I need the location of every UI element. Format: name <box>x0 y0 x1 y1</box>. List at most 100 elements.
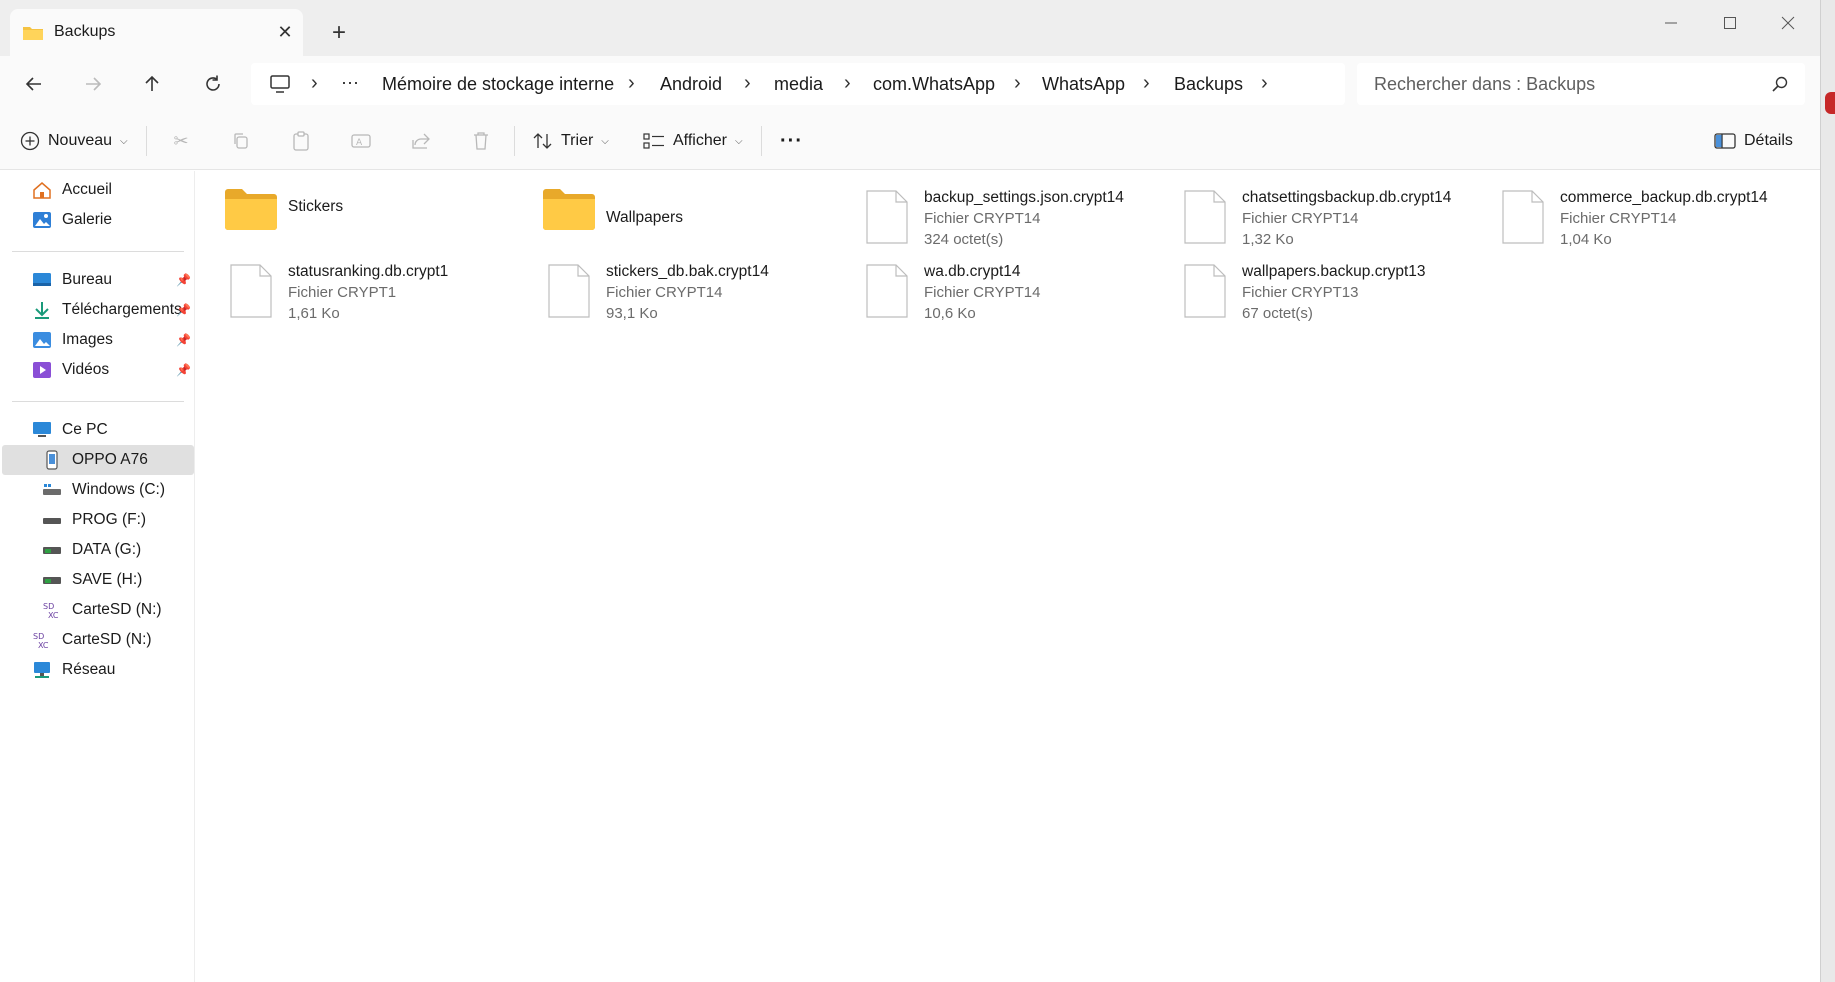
back-icon[interactable] <box>16 66 52 102</box>
navigation-pane: Accueil Galerie Bureau 📌 Téléchargements… <box>0 171 195 982</box>
home-icon <box>32 180 52 200</box>
file-name: statusranking.db.crypt1 <box>288 263 449 280</box>
sidebar-item-data-g[interactable]: DATA (G:) <box>2 535 194 565</box>
file-type: Fichier CRYPT14 <box>606 284 723 301</box>
file-name: chatsettingsbackup.db.crypt14 <box>1242 189 1452 206</box>
sidebar-item-home[interactable]: Accueil <box>2 175 194 205</box>
new-tab-button[interactable]: + <box>324 18 354 48</box>
close-window-icon[interactable] <box>1765 8 1811 38</box>
chevron-right-icon[interactable]: › <box>1143 72 1150 95</box>
sidebar-item-videos[interactable]: Vidéos 📌 <box>2 355 194 385</box>
breadcrumb-internal-storage[interactable]: Mémoire de stockage interne <box>382 74 614 95</box>
new-button[interactable]: Nouveau ⌵ <box>20 124 128 158</box>
chevron-right-icon[interactable]: › <box>844 72 851 95</box>
list-item[interactable]: statusranking.db.crypt1 Fichier CRYPT1 1… <box>224 260 534 330</box>
file-size: 1,04 Ko <box>1560 231 1612 248</box>
close-tab-icon[interactable]: ✕ <box>272 19 298 45</box>
network-icon <box>32 660 52 680</box>
file-size: 1,32 Ko <box>1242 231 1294 248</box>
search-input[interactable]: Rechercher dans : Backups <box>1374 74 1595 95</box>
file-size: 1,61 Ko <box>288 305 340 322</box>
search-box[interactable]: Rechercher dans : Backups <box>1357 63 1805 105</box>
list-item[interactable]: Wallpapers <box>542 186 852 256</box>
plus-circle-icon <box>20 131 40 151</box>
sidebar-item-network[interactable]: Réseau <box>2 655 194 685</box>
list-item[interactable]: backup_settings.json.crypt14 Fichier CRY… <box>860 186 1170 256</box>
chevron-down-icon: ⌵ <box>601 135 609 147</box>
file-name: backup_settings.json.crypt14 <box>924 189 1124 206</box>
list-item[interactable]: stickers_db.bak.crypt14 Fichier CRYPT14 … <box>542 260 852 330</box>
refresh-icon[interactable] <box>195 66 231 102</box>
sidebar-item-gallery[interactable]: Galerie <box>2 205 194 235</box>
list-item[interactable]: wa.db.crypt14 Fichier CRYPT14 10,6 Ko <box>860 260 1170 330</box>
list-item[interactable]: wallpapers.backup.crypt13 Fichier CRYPT1… <box>1178 260 1488 330</box>
svg-text:A: A <box>356 138 363 148</box>
sidebar-item-windows-c[interactable]: Windows (C:) <box>2 475 194 505</box>
sidebar-item-save-h[interactable]: SAVE (H:) <box>2 565 194 595</box>
up-icon[interactable] <box>134 66 170 102</box>
sort-icon <box>533 133 552 149</box>
breadcrumb-backups[interactable]: Backups <box>1174 74 1243 95</box>
delete-icon[interactable] <box>466 126 496 156</box>
this-pc-icon[interactable] <box>269 74 291 94</box>
breadcrumb-whatsapp[interactable]: WhatsApp <box>1042 74 1125 95</box>
breadcrumb-com-whatsapp[interactable]: com.WhatsApp <box>873 74 995 95</box>
rename-icon[interactable]: A <box>346 126 376 156</box>
list-item[interactable]: chatsettingsbackup.db.crypt14 Fichier CR… <box>1178 186 1488 256</box>
sidebar-item-this-pc[interactable]: Ce PC <box>2 415 194 445</box>
sidebar-item-label: Galerie <box>62 211 112 228</box>
details-pane-icon <box>1714 133 1736 149</box>
sort-label: Trier <box>561 132 594 149</box>
breadcrumb-media[interactable]: media <box>774 74 823 95</box>
folder-icon <box>225 189 277 230</box>
svg-text:XC: XC <box>48 611 59 620</box>
file-size: 10,6 Ko <box>924 305 976 322</box>
breadcrumb-more[interactable]: ··· <box>341 72 359 93</box>
pin-icon[interactable]: 📌 <box>176 363 191 377</box>
file-icon <box>866 190 908 244</box>
pin-icon[interactable]: 📌 <box>176 333 191 347</box>
tab-backups[interactable]: Backups ✕ <box>10 9 303 56</box>
file-name: Wallpapers <box>606 209 683 226</box>
sort-button[interactable]: Trier ⌵ <box>533 124 609 158</box>
drive-icon <box>42 480 62 500</box>
pin-icon[interactable]: 📌 <box>176 303 191 317</box>
chevron-right-icon[interactable]: › <box>1014 72 1021 95</box>
share-icon[interactable] <box>406 126 436 156</box>
paste-icon[interactable] <box>286 126 316 156</box>
file-name: wallpapers.backup.crypt13 <box>1242 263 1426 280</box>
pin-icon[interactable]: 📌 <box>176 273 191 287</box>
sidebar-item-oppo-a76[interactable]: OPPO A76 <box>2 445 194 475</box>
folder-icon <box>23 27 43 40</box>
forward-icon[interactable] <box>75 66 111 102</box>
sidebar-item-label: Images <box>62 331 113 348</box>
sidebar-item-prog-f[interactable]: PROG (F:) <box>2 505 194 535</box>
drive-icon <box>42 570 62 590</box>
sidebar-item-downloads[interactable]: Téléchargements 📌 <box>2 295 194 325</box>
list-item[interactable]: Stickers <box>224 186 534 256</box>
breadcrumb[interactable]: › ··· Mémoire de stockage interne › Andr… <box>251 63 1345 105</box>
details-button[interactable]: Détails <box>1714 124 1793 158</box>
more-options-button[interactable]: ··· <box>780 124 803 158</box>
maximize-icon[interactable] <box>1707 8 1753 38</box>
list-item[interactable]: commerce_backup.db.crypt14 Fichier CRYPT… <box>1496 186 1806 256</box>
images-icon <box>32 330 52 350</box>
chevron-right-icon[interactable]: › <box>628 72 635 95</box>
search-icon[interactable] <box>1771 75 1789 93</box>
sidebar-item-cartesd-n-root[interactable]: SD XC CarteSD (N:) <box>2 625 194 655</box>
sidebar-item-desktop[interactable]: Bureau 📌 <box>2 265 194 295</box>
view-button[interactable]: Afficher ⌵ <box>643 124 743 158</box>
cut-icon[interactable]: ✂ <box>166 126 196 156</box>
copy-icon[interactable] <box>226 126 256 156</box>
chevron-right-icon[interactable]: › <box>1261 72 1268 95</box>
chevron-right-icon[interactable]: › <box>744 72 751 95</box>
sidebar-item-cartesd-n[interactable]: SD XC CarteSD (N:) <box>2 595 194 625</box>
file-type: Fichier CRYPT13 <box>1242 284 1359 301</box>
chevron-right-icon[interactable]: › <box>311 72 318 95</box>
sidebar-item-images[interactable]: Images 📌 <box>2 325 194 355</box>
minimize-icon[interactable] <box>1648 8 1694 38</box>
sidebar-item-label: OPPO A76 <box>72 451 148 468</box>
file-icon <box>1184 264 1226 318</box>
breadcrumb-android[interactable]: Android <box>660 74 722 95</box>
file-name: wa.db.crypt14 <box>924 263 1021 280</box>
